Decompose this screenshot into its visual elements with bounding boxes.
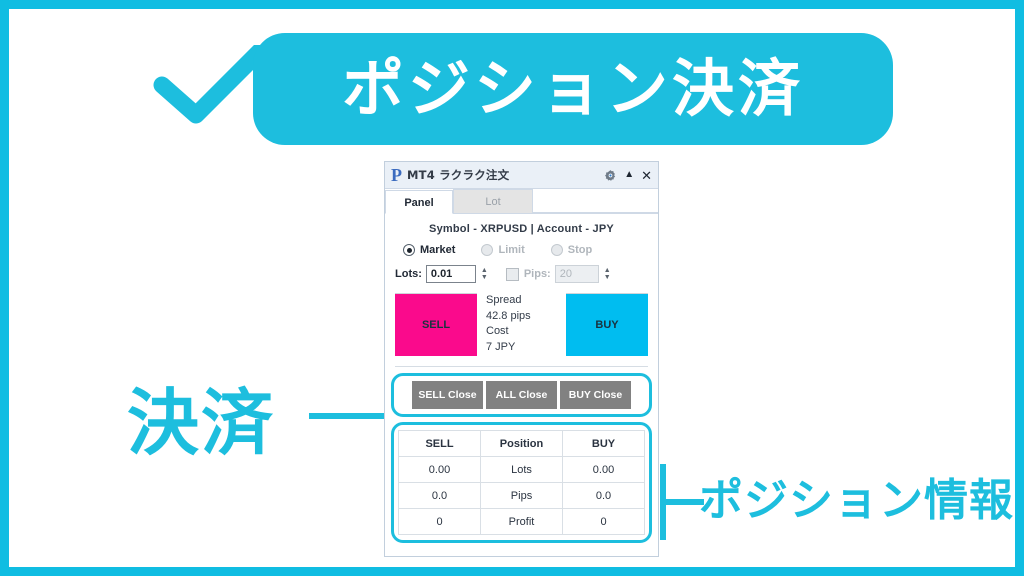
table-header-position: Position [480, 430, 563, 457]
all-close-button[interactable]: ALL Close [486, 381, 557, 409]
lots-stepper-down[interactable]: ▼ [481, 274, 488, 281]
lots-buy-value: 0.00 [562, 456, 645, 483]
radio-market[interactable]: Market [403, 244, 455, 256]
sell-button[interactable]: SELL [395, 293, 477, 356]
cost-value: 7 JPY [486, 340, 516, 353]
trade-buttons-row: SELL Spread 42.8 pips Cost 7 JPY BUY [395, 293, 648, 356]
gear-icon[interactable] [604, 169, 617, 182]
radio-stop-indicator [550, 244, 563, 256]
close-icon[interactable]: ✕ [641, 169, 652, 182]
radio-limit-label: Limit [498, 244, 525, 256]
spread-value: 42.8 pips [486, 309, 531, 322]
pips-stepper[interactable]: ▲ ▼ [604, 265, 611, 283]
panel-title: MT4 ラクラク注文 [407, 168, 510, 182]
annotation-close-label: 決済 [127, 381, 276, 465]
lots-stepper-up[interactable]: ▲ [481, 267, 488, 274]
annotation-position-info-leader-bracket [660, 464, 666, 540]
radio-stop[interactable]: Stop [550, 244, 593, 256]
tab-panel[interactable]: Panel [385, 190, 453, 214]
symbol-account-row: Symbol - XRPUSD | Account - JPY [429, 223, 614, 235]
position-table: SELL Position BUY 0.00 Lots 0.00 0.0 Pip… [398, 430, 645, 535]
table-header-row: SELL Position BUY [398, 430, 645, 457]
sell-close-button[interactable]: SELL Close [412, 381, 483, 409]
lots-input[interactable]: 0.01 [425, 265, 476, 283]
mt4-order-panel: P MT4 ラクラク注文 ▲ ✕ Panel Lot Symbol - XRPU… [384, 161, 659, 557]
divider [395, 366, 648, 367]
lots-pips-row: Lots: 0.01 ▲ ▼ Pips: 20 ▲ ▼ [395, 265, 648, 283]
annotation-position-info-leader-line [664, 499, 704, 505]
app-logo-icon: P [391, 165, 402, 185]
order-type-radio-group: Market Limit Stop [395, 244, 648, 256]
pips-checkbox[interactable] [505, 267, 519, 281]
radio-limit[interactable]: Limit [481, 244, 525, 256]
close-buttons-highlight: SELL Close ALL Close BUY Close [391, 373, 652, 417]
pips-stepper-down[interactable]: ▼ [604, 274, 611, 281]
tab-lot[interactable]: Lot [453, 189, 533, 213]
lots-label: Lots: [395, 268, 422, 280]
page-title: ポジション決済 [341, 52, 804, 125]
pips-label: Pips: [523, 268, 551, 280]
lots-row-label: Lots [480, 456, 563, 483]
buy-close-button[interactable]: BUY Close [560, 381, 631, 409]
radio-market-label: Market [420, 244, 456, 256]
tab-filler [533, 188, 658, 213]
buy-button[interactable]: BUY [566, 293, 648, 356]
spread-cost-info: Spread 42.8 pips Cost 7 JPY [477, 293, 566, 355]
profit-row-label: Profit [480, 508, 563, 535]
close-buttons-row: SELL Close ALL Close BUY Close [398, 381, 645, 409]
table-header-sell: SELL [398, 430, 481, 457]
radio-market-indicator [403, 244, 415, 256]
pips-buy-value: 0.0 [562, 482, 645, 509]
pips-input[interactable]: 20 [554, 265, 599, 283]
pips-sell-value: 0.0 [398, 482, 481, 509]
annotation-position-info-label: ポジション情報 [699, 475, 1014, 526]
table-row: 0.0 Pips 0.0 [398, 482, 645, 509]
table-row: 0.00 Lots 0.00 [398, 456, 645, 483]
radio-stop-label: Stop [567, 244, 593, 256]
panel-titlebar: P MT4 ラクラク注文 ▲ ✕ [385, 162, 658, 189]
position-table-highlight: SELL Position BUY 0.00 Lots 0.00 0.0 Pip… [391, 422, 652, 543]
page-title-banner: ポジション決済 [253, 33, 893, 145]
annotation-close-leader-line [309, 413, 391, 419]
pips-row-label: Pips [480, 482, 563, 509]
table-row: 0 Profit 0 [398, 508, 645, 535]
spread-label: Spread [486, 294, 522, 306]
panel-body: Symbol - XRPUSD | Account - JPY Market L… [385, 214, 658, 543]
collapse-icon[interactable]: ▲ [624, 170, 634, 180]
slide-canvas: ポジション決済 決済 ポジション情報 P MT4 ラクラク注文 ▲ ✕ Pane… [0, 0, 1024, 576]
radio-limit-indicator [481, 244, 494, 256]
table-header-buy: BUY [562, 430, 645, 457]
pips-stepper-up[interactable]: ▲ [604, 267, 611, 274]
panel-tabs: Panel Lot [385, 189, 658, 214]
profit-sell-value: 0 [398, 508, 481, 535]
profit-buy-value: 0 [562, 508, 645, 535]
lots-sell-value: 0.00 [398, 456, 481, 483]
cost-label: Cost [486, 325, 509, 337]
lots-stepper[interactable]: ▲ ▼ [481, 265, 488, 283]
